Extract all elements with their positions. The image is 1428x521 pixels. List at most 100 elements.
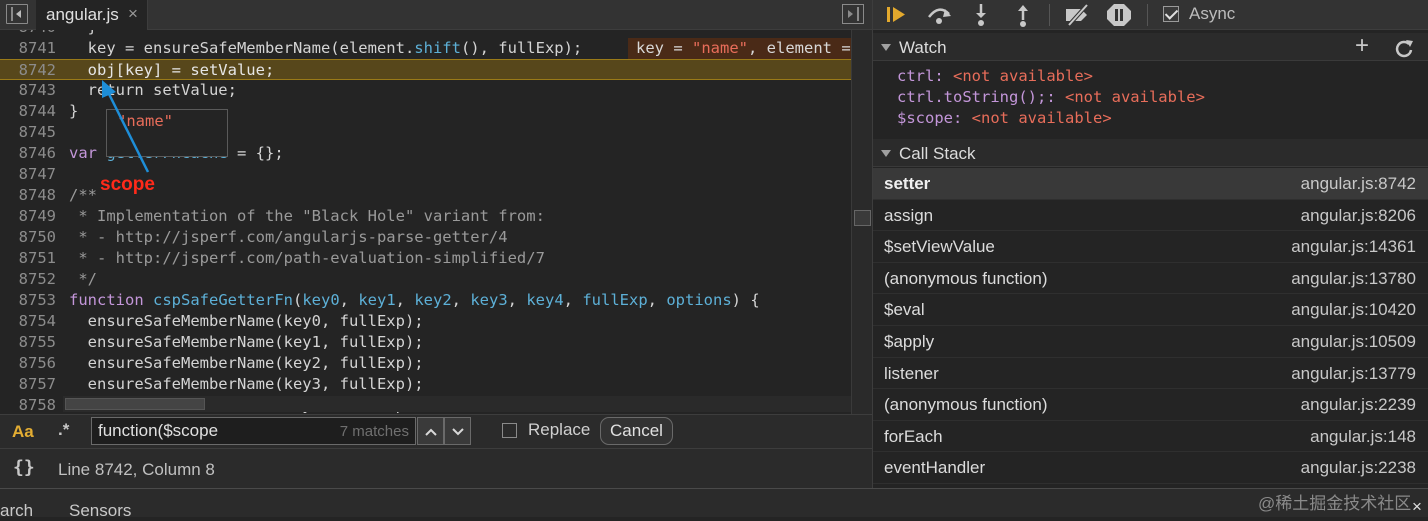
frame-location-link[interactable]: angular.js:13780 [1291,269,1416,289]
editor-pane: angular.js × 8740 }8741 key = ensureSafe… [0,0,872,488]
drawer-tab-sensors[interactable]: Sensors [69,501,131,521]
code-text: } [69,102,79,120]
frame-function-name: $eval [884,300,925,320]
code-line[interactable]: 8752 */ [0,269,872,290]
add-watch-icon[interactable]: + [1351,34,1373,58]
refresh-icon[interactable] [1393,37,1415,59]
line-number[interactable]: 8752 [0,269,56,290]
line-number[interactable]: 8755 [0,332,56,353]
next-match-button[interactable] [444,417,471,445]
regex-toggle[interactable]: .* [58,420,69,440]
annotation-label: scope [100,174,155,195]
scrollbar-thumb[interactable] [65,398,205,410]
line-number[interactable]: 8748 [0,185,56,206]
file-tab-label: angular.js [46,5,119,24]
callstack-frame[interactable]: eventHandler angular.js:2238 [873,452,1428,484]
line-number[interactable]: 8744 [0,101,56,122]
callstack-frame[interactable]: (anonymous function) angular.js:13780 [873,263,1428,295]
code-line[interactable]: 8755 ensureSafeMemberName(key1, fullExp)… [0,332,872,353]
code-line[interactable]: 8750 * - http://jsperf.com/angularjs-par… [0,227,872,248]
match-case-toggle[interactable]: Aa [12,422,34,442]
async-checkbox[interactable] [1163,6,1179,22]
frame-location-link[interactable]: angular.js:13779 [1291,364,1416,384]
step-out-button[interactable] [1009,2,1037,28]
close-tab-icon[interactable]: × [128,4,138,24]
vertical-scrollbar[interactable] [851,30,872,414]
code-text: */ [69,270,97,288]
current-execution-line[interactable]: 8742 obj[key] = setValue; [0,59,872,80]
line-number[interactable]: 8749 [0,206,56,227]
file-tab-angular[interactable]: angular.js × [36,0,148,30]
line-number[interactable]: 8746 [0,143,56,164]
line-number[interactable]: 8751 [0,248,56,269]
frame-location-link[interactable]: angular.js:8206 [1301,206,1416,226]
watch-value: <not available> [971,109,1112,127]
frame-function-name: setter [884,174,931,193]
code-line[interactable]: 8753 function cspSafeGetterFn(key0, key1,… [0,290,872,311]
sidebar-toggle-icon[interactable] [6,4,28,24]
code-line[interactable]: 8751 * - http://jsperf.com/path-evaluati… [0,248,872,269]
frame-location-link[interactable]: angular.js:14361 [1291,237,1416,257]
step-into-button[interactable] [967,2,995,28]
line-number[interactable]: 8756 [0,353,56,374]
cancel-button[interactable]: Cancel [600,417,673,445]
watch-section-header[interactable]: Watch + [873,33,1428,61]
code-line[interactable]: 8743 return setValue; [0,80,872,101]
callstack-frame[interactable]: $eval angular.js:10420 [873,294,1428,326]
code-line[interactable]: 8740 } [0,30,872,38]
code-line[interactable]: 8756 ensureSafeMemberName(key2, fullExp)… [0,353,872,374]
callstack-frame[interactable]: forEach angular.js:148 [873,421,1428,453]
callstack-frame[interactable]: listener angular.js:13779 [873,358,1428,390]
debugger-toggle-icon[interactable] [842,4,864,24]
line-number[interactable]: 8742 [0,60,56,81]
line-number[interactable]: 8757 [0,374,56,395]
deactivate-breakpoints-button[interactable] [1063,2,1091,28]
line-number[interactable]: 8758 [0,395,56,414]
callstack-frame[interactable]: $setViewValue angular.js:14361 [873,231,1428,263]
async-label: Async [1189,4,1236,23]
code-line[interactable]: 8757 ensureSafeMemberName(key3, fullExp)… [0,374,872,395]
callstack-section-header[interactable]: Call Stack [873,139,1428,167]
step-over-button[interactable] [925,2,953,28]
pause-on-exceptions-icon [1107,4,1131,26]
callstack-frame[interactable]: (anonymous function) angular.js:2239 [873,389,1428,421]
code-editor[interactable]: 8740 }8741 key = ensureSafeMemberName(el… [0,30,872,414]
drawer-tab-search[interactable]: arch [0,501,33,521]
frame-location-link[interactable]: angular.js:2238 [1301,458,1416,478]
frame-location-link[interactable]: angular.js:8742 [1301,174,1416,194]
line-number[interactable]: 8753 [0,290,56,311]
code-line[interactable]: 8741 key = ensureSafeMemberName(element.… [0,38,872,59]
callstack-frame[interactable]: assign angular.js:8206 [873,200,1428,232]
search-field[interactable]: 7 matches [91,417,416,445]
resume-button[interactable] [883,2,911,28]
code-line[interactable]: 8749 * Implementation of the "Black Hole… [0,206,872,227]
callstack-frame[interactable]: setter angular.js:8742 [873,168,1428,200]
line-number[interactable]: 8743 [0,80,56,101]
pause-on-exceptions-button[interactable] [1105,2,1133,28]
callstack-title: Call Stack [899,144,976,163]
code-text: ensureSafeMemberName(key0, fullExp); [69,312,424,330]
line-number[interactable]: 8747 [0,164,56,185]
watch-item[interactable]: ctrl: <not available> [897,66,1093,87]
previous-match-button[interactable] [417,417,444,445]
line-number[interactable]: 8754 [0,311,56,332]
callstack-frame[interactable]: $apply angular.js:10509 [873,326,1428,358]
line-number[interactable]: 8745 [0,122,56,143]
watch-item[interactable]: ctrl.toString();: <not available> [897,87,1205,108]
line-number[interactable]: 8741 [0,38,56,59]
code-line[interactable]: 8754 ensureSafeMemberName(key0, fullExp)… [0,311,872,332]
drawer-close-icon[interactable]: × [1412,497,1422,517]
frame-location-link[interactable]: angular.js:148 [1310,427,1416,447]
frame-location-link[interactable]: angular.js:10420 [1291,300,1416,320]
watch-expression: ctrl [897,67,935,85]
search-input[interactable] [98,420,328,442]
line-number[interactable]: 8750 [0,227,56,248]
frame-location-link[interactable]: angular.js:10509 [1291,332,1416,352]
watch-item[interactable]: $scope: <not available> [897,108,1112,129]
line-number[interactable]: 8740 [0,30,56,38]
replace-checkbox[interactable] [502,423,517,438]
horizontal-scrollbar[interactable] [63,396,851,412]
pretty-print-button[interactable]: {} [13,457,35,478]
scrollbar-thumb[interactable] [854,210,871,226]
frame-location-link[interactable]: angular.js:2239 [1301,395,1416,415]
